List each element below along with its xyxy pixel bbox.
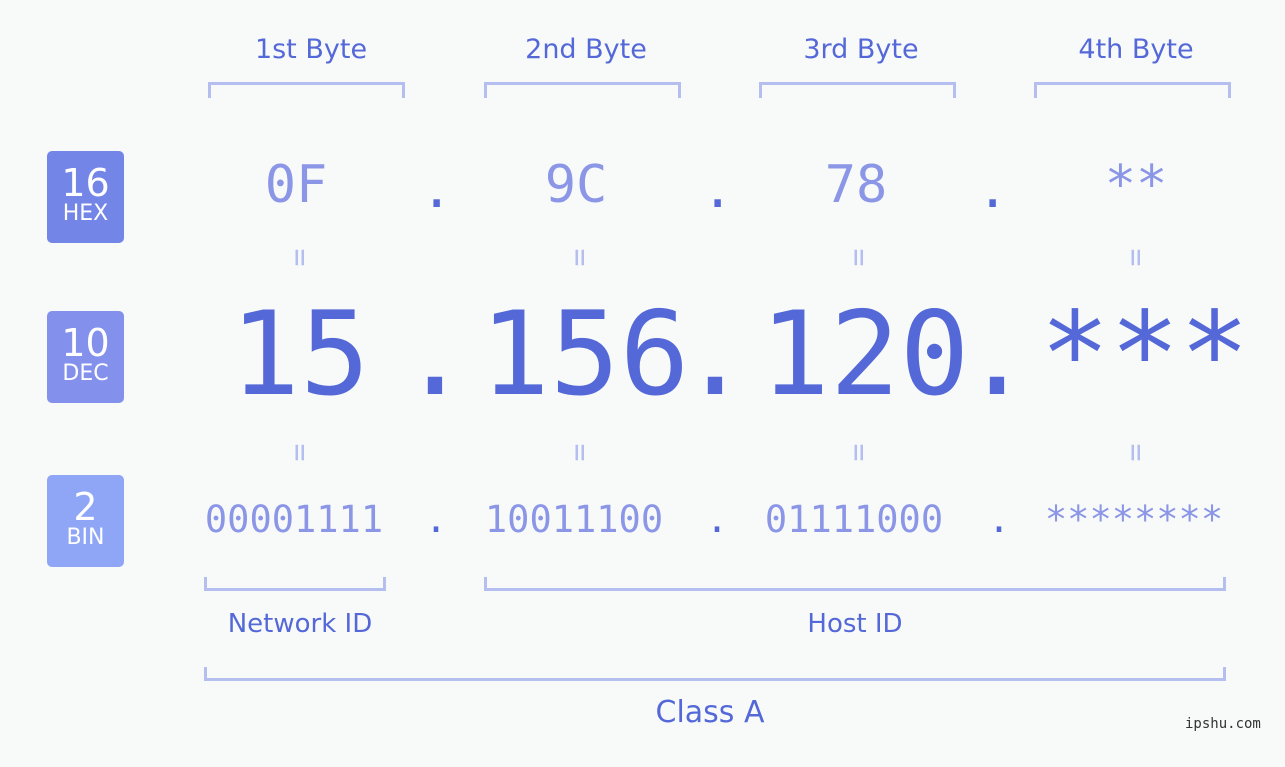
bin-byte-1: 00001111 bbox=[204, 498, 384, 541]
equals-sign: = bbox=[562, 248, 598, 267]
header-byte-2: 2nd Byte bbox=[525, 34, 647, 65]
dec-dot-2: . bbox=[680, 287, 750, 422]
dec-badge-number: 10 bbox=[61, 321, 110, 365]
bin-badge: 2 BIN bbox=[47, 475, 124, 567]
hex-badge-label: HEX bbox=[62, 201, 109, 226]
hex-dot-1: . bbox=[421, 160, 453, 220]
equals-sign: = bbox=[282, 248, 318, 267]
dec-byte-4: *** bbox=[1040, 287, 1250, 422]
dec-badge: 10 DEC bbox=[47, 311, 124, 403]
dec-dot-3: . bbox=[962, 287, 1032, 422]
bracket-byte-4 bbox=[1034, 82, 1231, 98]
class-bracket bbox=[204, 667, 1226, 681]
bin-byte-3: 01111000 bbox=[764, 498, 944, 541]
hex-byte-1: 0F bbox=[264, 155, 328, 215]
hex-dot-2: . bbox=[702, 160, 734, 220]
equals-sign: = bbox=[1118, 443, 1154, 462]
bin-dot-2: . bbox=[705, 498, 729, 541]
hex-badge: 16 HEX bbox=[47, 151, 124, 243]
hex-byte-4: ** bbox=[1104, 155, 1168, 215]
hex-byte-2: 9C bbox=[544, 155, 608, 215]
bin-badge-label: BIN bbox=[66, 525, 105, 550]
dec-byte-3: 120 bbox=[760, 287, 970, 422]
host-id-bracket bbox=[484, 577, 1226, 591]
equals-sign: = bbox=[282, 443, 318, 462]
dec-byte-1: 15 bbox=[230, 287, 370, 422]
equals-sign: = bbox=[841, 248, 877, 267]
bracket-byte-1 bbox=[208, 82, 405, 98]
bin-dot-1: . bbox=[424, 498, 448, 541]
dec-byte-2: 156 bbox=[480, 287, 690, 422]
hex-dot-3: . bbox=[977, 160, 1009, 220]
header-byte-4: 4th Byte bbox=[1078, 34, 1194, 65]
equals-sign: = bbox=[562, 443, 598, 462]
watermark: ipshu.com bbox=[1185, 716, 1261, 732]
class-label: Class A bbox=[655, 695, 765, 730]
network-id-bracket bbox=[204, 577, 386, 591]
bin-badge-number: 2 bbox=[73, 485, 98, 529]
dec-badge-label: DEC bbox=[62, 361, 109, 386]
equals-sign: = bbox=[1118, 248, 1154, 267]
hex-badge-number: 16 bbox=[61, 161, 110, 205]
dec-dot-1: . bbox=[400, 287, 470, 422]
host-id-label: Host ID bbox=[807, 609, 903, 639]
header-byte-3: 3rd Byte bbox=[803, 34, 919, 65]
bin-byte-4: ******** bbox=[1044, 498, 1224, 541]
hex-byte-3: 78 bbox=[824, 155, 888, 215]
bracket-byte-3 bbox=[759, 82, 956, 98]
network-id-label: Network ID bbox=[227, 609, 373, 639]
bracket-byte-2 bbox=[484, 82, 681, 98]
bin-dot-3: . bbox=[987, 498, 1011, 541]
bin-byte-2: 10011100 bbox=[484, 498, 664, 541]
equals-sign: = bbox=[841, 443, 877, 462]
header-byte-1: 1st Byte bbox=[254, 34, 368, 65]
